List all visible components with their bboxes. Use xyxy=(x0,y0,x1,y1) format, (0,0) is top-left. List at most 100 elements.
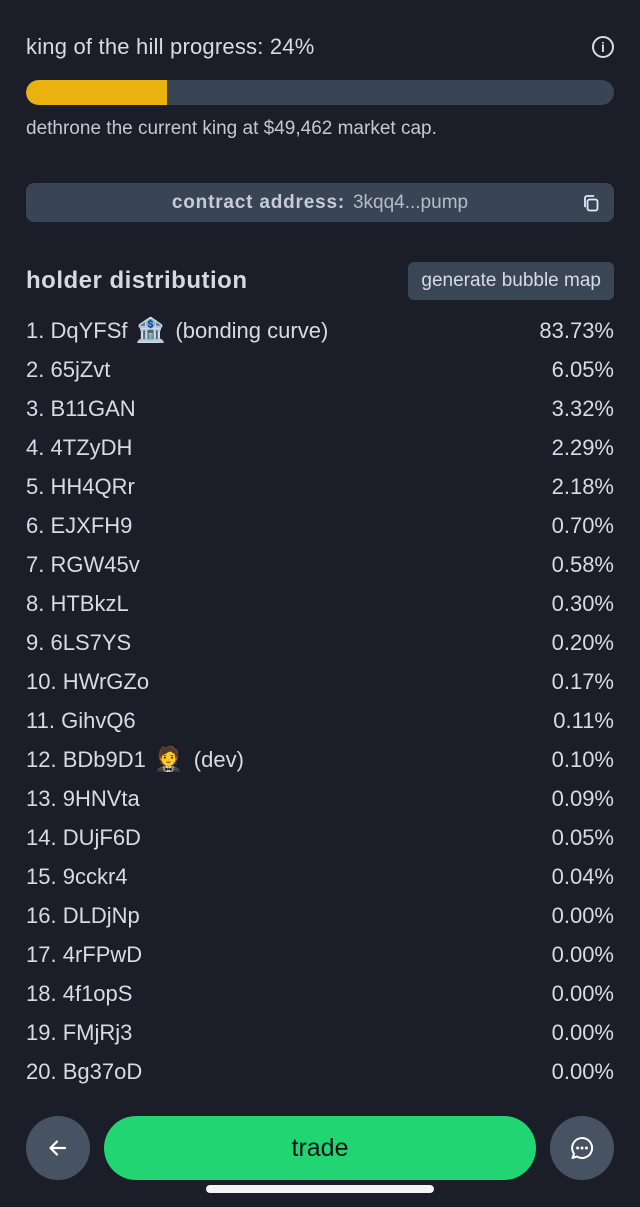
holder-rank: 15. xyxy=(26,863,57,889)
holder-percentage: 0.11% xyxy=(553,707,614,733)
holder-rank: 17. xyxy=(26,941,57,967)
holder-identity: 5. HH4QRr xyxy=(26,474,135,500)
contract-address-box[interactable]: contract address: 3kqq4...pump xyxy=(26,183,614,222)
holder-address[interactable]: FMjRj3 xyxy=(63,1020,133,1046)
holder-row[interactable]: 20. Bg37oD 0.00% xyxy=(26,1052,614,1091)
koth-progress-label: king of the hill progress: 24% xyxy=(26,34,315,59)
holder-identity: 3. B11GAN xyxy=(26,396,136,422)
holder-rank: 1. xyxy=(26,317,45,343)
holder-percentage: 0.00% xyxy=(551,902,614,928)
holder-address[interactable]: 4TZyDH xyxy=(50,435,132,461)
holder-address[interactable]: B11GAN xyxy=(50,396,135,422)
holder-row[interactable]: 12. BDb9D1 🤵 (dev) 0.10% xyxy=(26,740,614,779)
holder-address[interactable]: GihvQ6 xyxy=(61,708,136,734)
holder-row[interactable]: 19. FMjRj3 0.00% xyxy=(26,1013,614,1052)
holder-tag: (bonding curve) xyxy=(175,317,329,343)
holder-row[interactable]: 7. RGW45v 0.58% xyxy=(26,545,614,584)
holder-percentage: 6.05% xyxy=(551,356,614,382)
holder-rank: 5. xyxy=(26,473,45,499)
holder-percentage: 0.10% xyxy=(551,746,614,772)
holder-rank: 4. xyxy=(26,434,45,460)
holder-percentage: 2.29% xyxy=(551,434,614,460)
holder-identity: 9. 6LS7YS xyxy=(26,630,131,656)
holder-percentage: 0.58% xyxy=(551,551,614,577)
king-of-the-hill-header: king of the hill progress: 24% i xyxy=(26,30,614,64)
holder-address[interactable]: Bg37oD xyxy=(63,1059,143,1085)
holder-row[interactable]: 8. HTBkzL 0.30% xyxy=(26,584,614,623)
holder-row[interactable]: 13. 9HNVta 0.09% xyxy=(26,779,614,818)
holder-identity: 12. BDb9D1 🤵 (dev) xyxy=(26,747,244,773)
holder-row[interactable]: 15. 9cckr4 0.04% xyxy=(26,857,614,896)
holder-row[interactable]: 18. 4f1opS 0.00% xyxy=(26,974,614,1013)
holder-address[interactable]: EJXFH9 xyxy=(50,513,132,539)
dev-emoji-icon: 🤵 xyxy=(153,745,184,773)
holder-rank: 18. xyxy=(26,980,57,1006)
holder-row[interactable]: 2. 65jZvt 6.05% xyxy=(26,350,614,389)
trade-button[interactable]: trade xyxy=(104,1116,536,1180)
contract-address-label: contract address: xyxy=(171,191,345,213)
holder-row[interactable]: 3. B11GAN 3.32% xyxy=(26,389,614,428)
holder-rank: 16. xyxy=(26,902,57,928)
holder-rank: 19. xyxy=(26,1019,57,1045)
holder-row[interactable]: 16. DLDjNp 0.00% xyxy=(26,896,614,935)
home-indicator xyxy=(206,1185,434,1193)
holder-address[interactable]: DUjF6D xyxy=(63,825,141,851)
copy-icon[interactable] xyxy=(582,194,600,212)
chat-button[interactable] xyxy=(550,1116,614,1180)
holder-rank: 12. xyxy=(26,746,57,772)
holder-percentage: 0.00% xyxy=(551,1019,614,1045)
holder-rank: 20. xyxy=(26,1058,57,1084)
holder-percentage: 83.73% xyxy=(539,317,614,343)
holder-address[interactable]: DLDjNp xyxy=(63,903,140,929)
holder-identity: 16. DLDjNp xyxy=(26,903,140,929)
holder-address[interactable]: 4f1opS xyxy=(63,981,133,1007)
holder-address[interactable]: 6LS7YS xyxy=(50,630,131,656)
holder-row[interactable]: 11. GihvQ6 0.11% xyxy=(26,701,614,740)
holder-address[interactable]: HWrGZo xyxy=(63,669,149,695)
holder-rank: 6. xyxy=(26,512,45,538)
holder-identity: 15. 9cckr4 xyxy=(26,864,128,890)
holder-row[interactable]: 1. DqYFSf 🏦 (bonding curve) 83.73% xyxy=(26,311,614,350)
holder-rank: 7. xyxy=(26,551,45,577)
holder-row[interactable]: 17. 4rFPwD 0.00% xyxy=(26,935,614,974)
holder-row[interactable]: 9. 6LS7YS 0.20% xyxy=(26,623,614,662)
holder-row[interactable]: 5. HH4QRr 2.18% xyxy=(26,467,614,506)
holder-address[interactable]: 65jZvt xyxy=(50,357,110,383)
holder-percentage: 0.17% xyxy=(551,668,614,694)
holder-percentage: 0.00% xyxy=(551,1058,614,1084)
holder-row[interactable]: 10. HWrGZo 0.17% xyxy=(26,662,614,701)
holder-identity: 20. Bg37oD xyxy=(26,1059,142,1085)
holder-identity: 13. 9HNVta xyxy=(26,786,140,812)
holder-identity: 10. HWrGZo xyxy=(26,669,149,695)
holder-address[interactable]: DqYFSf xyxy=(50,318,127,344)
holder-address[interactable]: 9HNVta xyxy=(63,786,140,812)
holder-rank: 3. xyxy=(26,395,45,421)
holder-identity: 2. 65jZvt xyxy=(26,357,110,383)
holder-address[interactable]: HH4QRr xyxy=(50,474,134,500)
holder-identity: 18. 4f1opS xyxy=(26,981,132,1007)
generate-bubble-map-button[interactable]: generate bubble map xyxy=(408,262,614,300)
holder-rank: 13. xyxy=(26,785,57,811)
holder-address[interactable]: 4rFPwD xyxy=(63,942,142,968)
chat-bubble-icon xyxy=(571,1136,594,1159)
holder-address[interactable]: HTBkzL xyxy=(50,591,128,617)
holder-distribution-header: holder distribution generate bubble map xyxy=(26,262,614,300)
koth-progress-bar xyxy=(26,80,614,105)
info-icon[interactable]: i xyxy=(592,36,614,58)
bottom-action-bar: trade xyxy=(26,1116,614,1180)
holder-identity: 19. FMjRj3 xyxy=(26,1020,132,1046)
holder-list: 1. DqYFSf 🏦 (bonding curve) 83.73% 2. 65jZvt… xyxy=(26,311,614,1091)
holder-identity: 1. DqYFSf 🏦 (bonding curve) xyxy=(26,318,328,344)
holder-percentage: 0.00% xyxy=(551,941,614,967)
holder-rank: 9. xyxy=(26,629,45,655)
holder-address[interactable]: BDb9D1 xyxy=(63,747,146,773)
holder-address[interactable]: 9cckr4 xyxy=(63,864,128,890)
holder-address[interactable]: RGW45v xyxy=(50,552,139,578)
holder-rank: 8. xyxy=(26,590,45,616)
dethrone-text: dethrone the current king at $49,462 mar… xyxy=(26,118,437,139)
holder-row[interactable]: 14. DUjF6D 0.05% xyxy=(26,818,614,857)
contract-address-value: 3kqq4...pump xyxy=(352,191,469,213)
holder-row[interactable]: 4. 4TZyDH 2.29% xyxy=(26,428,614,467)
holder-row[interactable]: 6. EJXFH9 0.70% xyxy=(26,506,614,545)
back-button[interactable] xyxy=(26,1116,90,1180)
